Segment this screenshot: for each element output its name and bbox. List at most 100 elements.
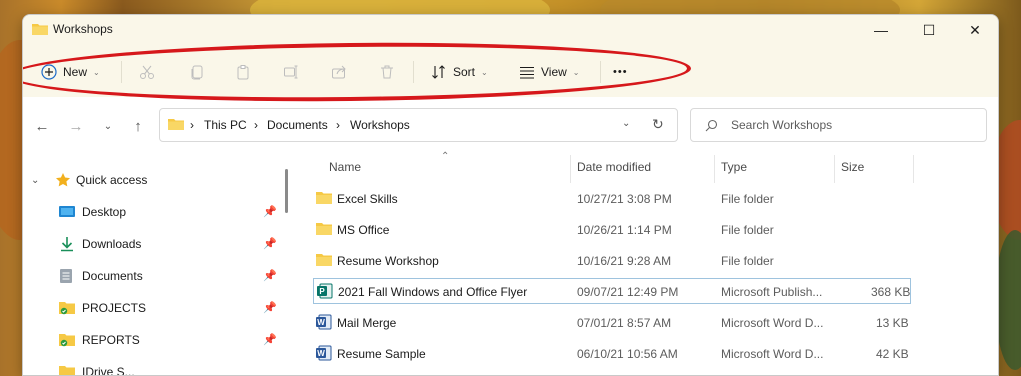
file-name: Excel Skills <box>337 192 398 206</box>
back-button[interactable]: ← <box>31 117 53 135</box>
breadcrumb-documents[interactable]: Documents <box>267 118 328 132</box>
folder-icon <box>168 119 184 130</box>
column-header-size[interactable]: Size <box>841 160 864 174</box>
column-divider[interactable] <box>913 155 914 183</box>
file-size: 368 KB <box>871 285 911 299</box>
word-icon: W <box>316 345 332 361</box>
nav-item-label: Downloads <box>82 237 142 251</box>
search-placeholder: Search Workshops <box>731 118 833 132</box>
word-icon: W <box>316 314 332 330</box>
quick-access-item[interactable]: ⌄ Quick access <box>31 170 147 190</box>
file-row[interactable]: W Resume Sample 06/10/21 10:56 AM Micros… <box>313 341 911 367</box>
documents-icon <box>60 269 72 283</box>
breadcrumb-separator: › <box>254 118 258 132</box>
column-header-date[interactable]: Date modified <box>577 160 651 174</box>
file-type: Microsoft Publish... <box>721 285 823 299</box>
file-date: 10/26/21 1:14 PM <box>577 223 672 237</box>
quick-access-label: Quick access <box>76 173 148 187</box>
close-button[interactable]: ✕ <box>952 15 998 45</box>
nav-item-label: Desktop <box>82 205 127 219</box>
file-name: Resume Workshop <box>337 254 439 268</box>
file-name: 2021 Fall Windows and Office Flyer <box>338 285 528 299</box>
folder-icon <box>59 302 75 315</box>
nav-item-label: IDrive S... <box>82 365 135 376</box>
file-type: Microsoft Word D... <box>721 347 824 361</box>
pin-icon[interactable]: 📌 <box>263 301 277 314</box>
breadcrumb-this-pc[interactable]: This PC <box>204 118 247 132</box>
file-date: 10/27/21 3:08 PM <box>577 192 672 206</box>
nav-item-label: PROJECTS <box>82 301 147 315</box>
column-header-name[interactable]: Name <box>329 160 361 174</box>
file-row[interactable]: MS Office 10/26/21 1:14 PM File folder <box>313 217 911 243</box>
file-row[interactable]: Resume Workshop 10/16/21 9:28 AM File fo… <box>313 248 911 274</box>
folder-icon <box>316 223 332 235</box>
file-type: File folder <box>721 254 774 268</box>
column-divider[interactable] <box>570 155 571 183</box>
nav-pane-scrollbar[interactable] <box>285 169 288 213</box>
publisher-icon: P <box>317 283 333 299</box>
folder-icon <box>316 254 332 266</box>
svg-text:W: W <box>317 318 325 327</box>
file-name: MS Office <box>337 223 390 237</box>
nav-item-documents[interactable]: Documents <box>59 266 143 286</box>
navigation-bar: ← → ⌄ ↑ › This PC › Documents › Workshop… <box>23 97 998 155</box>
forward-button[interactable]: → <box>65 117 87 135</box>
nav-item-projects[interactable]: PROJECTS <box>59 298 146 318</box>
title-bar: Workshops — ☐ ✕ <box>23 15 998 47</box>
file-row[interactable]: W Mail Merge 07/01/21 8:57 AM Microsoft … <box>313 310 911 336</box>
pin-icon[interactable]: 📌 <box>263 205 277 218</box>
file-type: File folder <box>721 223 774 237</box>
column-header-type[interactable]: Type <box>721 160 747 174</box>
breadcrumb-separator: › <box>336 118 340 132</box>
folder-icon <box>32 24 48 35</box>
file-explorer-window: Workshops — ☐ ✕ New ⌄ Sort ⌄ View ⌄ ••• … <box>22 14 999 376</box>
file-name: Mail Merge <box>337 316 397 330</box>
file-type: Microsoft Word D... <box>721 316 824 330</box>
sort-ascending-icon: ⌃ <box>441 151 450 162</box>
chevron-down-icon: ⌄ <box>31 174 40 186</box>
navigation-pane: ⌄ Quick access Desktop 📌 Downloads 📌 Doc… <box>23 155 293 375</box>
nav-item-label: REPORTS <box>82 333 140 347</box>
folder-icon <box>316 192 332 204</box>
file-row-selected[interactable]: P 2021 Fall Windows and Office Flyer 09/… <box>313 278 911 304</box>
minimize-button[interactable]: — <box>858 15 904 45</box>
nav-item-label: Documents <box>82 269 143 283</box>
arrow-up-icon: ↑ <box>134 117 142 135</box>
search-icon <box>705 119 718 132</box>
file-row[interactable]: Excel Skills 10/27/21 3:08 PM File folde… <box>313 186 911 212</box>
file-date: 10/16/21 9:28 AM <box>577 254 672 268</box>
nav-item-idrive[interactable]: IDrive S... <box>59 362 135 376</box>
file-list: ⌃ Name Date modified Type Size Excel Ski… <box>313 151 998 375</box>
search-box[interactable]: Search Workshops <box>690 108 987 142</box>
file-date: 06/10/21 10:56 AM <box>577 347 678 361</box>
refresh-icon[interactable]: ↻ <box>652 116 664 133</box>
file-date: 07/01/21 8:57 AM <box>577 316 672 330</box>
address-bar[interactable]: › This PC › Documents › Workshops ⌄ ↻ <box>159 108 678 142</box>
column-divider[interactable] <box>834 155 835 183</box>
maximize-button[interactable]: ☐ <box>906 15 952 45</box>
nav-item-downloads[interactable]: Downloads <box>59 234 141 254</box>
address-dropdown-icon[interactable]: ⌄ <box>622 118 630 129</box>
file-size: 13 KB <box>876 316 909 330</box>
chevron-down-icon: ⌄ <box>103 120 113 132</box>
pin-icon[interactable]: 📌 <box>263 333 277 346</box>
file-name: Resume Sample <box>337 347 426 361</box>
svg-text:W: W <box>317 349 325 358</box>
nav-item-reports[interactable]: REPORTS <box>59 330 140 350</box>
svg-text:P: P <box>319 287 325 296</box>
downloads-icon <box>61 237 73 252</box>
pin-icon[interactable]: 📌 <box>263 269 277 282</box>
arrow-left-icon: ← <box>34 117 50 135</box>
breadcrumb-separator: › <box>190 118 194 132</box>
window-title: Workshops <box>53 22 113 36</box>
desktop-icon <box>59 205 75 217</box>
recent-locations-button[interactable]: ⌄ <box>97 117 119 135</box>
up-button[interactable]: ↑ <box>127 117 149 135</box>
pin-icon[interactable]: 📌 <box>263 237 277 250</box>
arrow-right-icon: → <box>68 117 84 135</box>
nav-item-desktop[interactable]: Desktop <box>59 202 126 222</box>
folder-icon <box>59 334 75 347</box>
column-divider[interactable] <box>714 155 715 183</box>
breadcrumb-workshops[interactable]: Workshops <box>350 118 410 132</box>
file-date: 09/07/21 12:49 PM <box>577 285 679 299</box>
